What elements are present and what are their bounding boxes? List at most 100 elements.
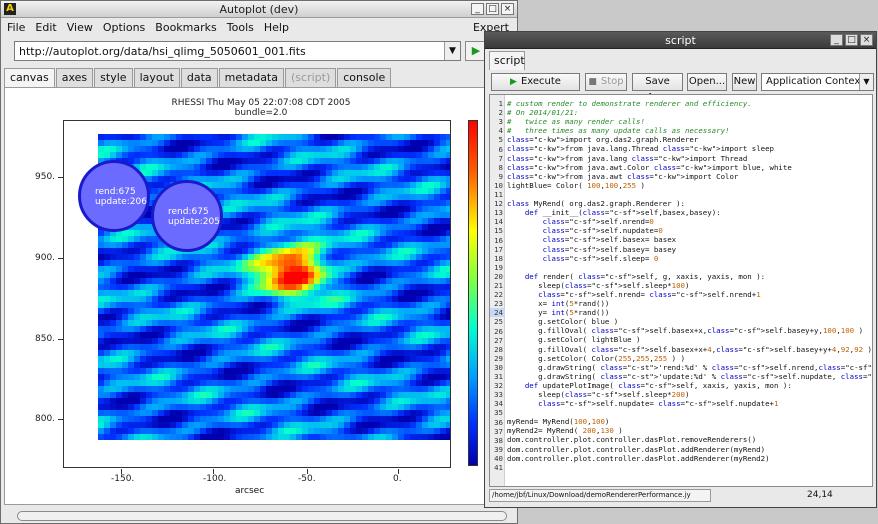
code-line[interactable]: # three times as many update calls as ne… bbox=[507, 126, 872, 135]
minimize-icon[interactable]: _ bbox=[471, 3, 484, 15]
y-tick-mark bbox=[58, 339, 63, 340]
autoplot-main-window: A Autoplot (dev) _ □ × File Edit View Op… bbox=[0, 0, 518, 524]
line-number: 3 bbox=[498, 117, 503, 127]
code-line[interactable] bbox=[507, 463, 872, 472]
open-button[interactable]: Open... bbox=[687, 73, 727, 91]
code-line[interactable]: g.setColor( Color(255,255,255 ) ) bbox=[507, 354, 872, 363]
code-line[interactable]: def updatePlotImage( class="c-sf">self, … bbox=[507, 381, 872, 390]
code-line[interactable]: class MyRend( org.das2.graph.Renderer ): bbox=[507, 199, 872, 208]
code-line[interactable] bbox=[507, 263, 872, 272]
code-text[interactable]: # custom render to demonstrate renderer … bbox=[507, 99, 872, 472]
close-icon[interactable]: × bbox=[860, 34, 873, 46]
code-line[interactable]: g.drawString( class="c-st">'update:%d' %… bbox=[507, 372, 872, 381]
line-number: 8 bbox=[498, 162, 503, 172]
code-line[interactable]: # custom render to demonstrate renderer … bbox=[507, 99, 872, 108]
line-number: 26 bbox=[494, 326, 503, 336]
main-titlebar[interactable]: A Autoplot (dev) _ □ × bbox=[1, 1, 517, 18]
code-line[interactable]: class="c-sf">self.basey= basey bbox=[507, 245, 872, 254]
code-line[interactable]: # On 2014/01/21: bbox=[507, 108, 872, 117]
line-number: 39 bbox=[494, 444, 503, 454]
maximize-icon[interactable]: □ bbox=[486, 3, 499, 15]
execute-button[interactable]: ▶ Execute bbox=[491, 73, 580, 91]
stop-button[interactable]: ■ Stop bbox=[585, 73, 627, 91]
code-line[interactable]: class="c-sf">self.nrend= class="c-sf">se… bbox=[507, 290, 872, 299]
tab-script[interactable]: (script) bbox=[285, 68, 337, 87]
code-line[interactable]: class="c-sf">self.basex= basex bbox=[507, 235, 872, 244]
code-line[interactable] bbox=[507, 190, 872, 199]
code-line[interactable]: sleep(class="c-sf">self.sleep*200) bbox=[507, 390, 872, 399]
menu-bookmarks[interactable]: Bookmarks bbox=[155, 21, 216, 34]
chevron-down-icon[interactable]: ▼ bbox=[444, 42, 460, 60]
line-number: 13 bbox=[494, 208, 503, 218]
code-line[interactable]: y= int(5*rand()) bbox=[507, 308, 872, 317]
line-number-gutter: 1 2 3 4 5 6 7 8 9 10 11 12 13 14 15 16 17 18 19 20 21 22 23 24 2… bbox=[490, 95, 505, 486]
code-line[interactable]: # twice as many render calls! bbox=[507, 117, 872, 126]
horizontal-scrollbar[interactable] bbox=[17, 511, 507, 521]
code-line[interactable]: myRend2= MyRend( 200,130 ) bbox=[507, 426, 872, 435]
tab-console[interactable]: console bbox=[337, 68, 392, 87]
code-line[interactable]: class="c-kw">from java.lang class="c-kw"… bbox=[507, 154, 872, 163]
code-line[interactable]: sleep(class="c-sf">self.sleep*100) bbox=[507, 281, 872, 290]
tab-canvas[interactable]: canvas bbox=[4, 68, 55, 88]
code-line[interactable] bbox=[507, 408, 872, 417]
menu-options[interactable]: Options bbox=[103, 21, 145, 34]
tab-layout[interactable]: layout bbox=[133, 68, 180, 87]
code-line[interactable]: class="c-kw">import org.das2.graph.Rende… bbox=[507, 135, 872, 144]
code-line[interactable]: def render( class="c-sf">self, g, xaxis,… bbox=[507, 272, 872, 281]
code-line[interactable]: class="c-sf">self.nupdate= class="c-sf">… bbox=[507, 399, 872, 408]
maximize-icon[interactable]: □ bbox=[845, 34, 858, 46]
code-line[interactable]: dom.controller.plot.controller.dasPlot.a… bbox=[507, 454, 872, 463]
line-number: 15 bbox=[494, 226, 503, 236]
tab-style[interactable]: style bbox=[94, 68, 133, 87]
menu-help[interactable]: Help bbox=[264, 21, 289, 34]
line-number: 28 bbox=[494, 344, 503, 354]
menu-file[interactable]: File bbox=[7, 21, 25, 34]
tab-data[interactable]: data bbox=[180, 68, 218, 87]
line-number: 33 bbox=[494, 390, 503, 400]
url-combo-box[interactable]: http://autoplot.org/data/hsi_qlimg_50506… bbox=[14, 41, 461, 61]
code-line[interactable]: g.fillOval( class="c-sf">self.basex+x,cl… bbox=[507, 326, 872, 335]
menu-tools[interactable]: Tools bbox=[227, 21, 254, 34]
plot-canvas[interactable]: RHESSI Thu May 05 22:07:08 CDT 2005 bund… bbox=[4, 87, 516, 505]
y-tick-label: 950. bbox=[35, 172, 56, 182]
code-line[interactable]: g.setColor( lightBlue ) bbox=[507, 335, 872, 344]
url-input[interactable]: http://autoplot.org/data/hsi_qlimg_50506… bbox=[19, 45, 306, 58]
code-line[interactable]: class="c-kw">from java.lang.Thread class… bbox=[507, 144, 872, 153]
code-line[interactable]: class="c-sf">self.nupdate=0 bbox=[507, 226, 872, 235]
code-line[interactable]: g.setColor( blue ) bbox=[507, 317, 872, 326]
script-editor[interactable]: 1 2 3 4 5 6 7 8 9 10 11 12 13 14 15 16 17 18 19 20 21 22 23 24 2… bbox=[489, 94, 873, 487]
cursor-position: 24,14 bbox=[807, 490, 833, 500]
new-button[interactable]: New bbox=[732, 73, 757, 91]
line-number: 17 bbox=[494, 244, 503, 254]
save-as-button[interactable]: Save As... bbox=[632, 73, 683, 103]
code-line[interactable]: class="c-kw">from java.awt.Color class="… bbox=[507, 163, 872, 172]
code-line[interactable]: myRend= MyRend(100,100) bbox=[507, 417, 872, 426]
menu-view[interactable]: View bbox=[67, 21, 93, 34]
colorbar[interactable] bbox=[468, 120, 478, 466]
file-path-field[interactable]: /home/jbf/Linux/Download/demoRendererPer… bbox=[489, 489, 711, 502]
code-line[interactable]: g.fillOval( class="c-sf">self.basex+x+4,… bbox=[507, 345, 872, 354]
close-icon[interactable]: × bbox=[501, 3, 514, 15]
x-tick-mark bbox=[307, 469, 308, 474]
tab-metadata[interactable]: metadata bbox=[218, 68, 284, 87]
code-line[interactable]: class="c-kw">from java.awt class="c-kw">… bbox=[507, 172, 872, 181]
circle-rend-count: rend:675 bbox=[95, 187, 136, 197]
context-select[interactable]: Application Context ▼ bbox=[761, 73, 874, 91]
stop-label: Stop bbox=[600, 76, 624, 87]
code-line[interactable]: class="c-sf">self.sleep= 0 bbox=[507, 254, 872, 263]
code-line[interactable]: dom.controller.plot.controller.dasPlot.r… bbox=[507, 435, 872, 444]
script-titlebar[interactable]: script _ □ × bbox=[485, 32, 876, 49]
code-line[interactable]: x= int(5*rand()) bbox=[507, 299, 872, 308]
code-line[interactable]: class="c-sf">self.nrend=0 bbox=[507, 217, 872, 226]
chevron-down-icon[interactable]: ▼ bbox=[859, 74, 873, 90]
code-line[interactable]: lightBlue= Color( 100,100,255 ) bbox=[507, 181, 872, 190]
tab-script-editor[interactable]: script bbox=[489, 51, 525, 70]
line-number: 10 bbox=[494, 180, 503, 190]
tab-axes[interactable]: axes bbox=[55, 68, 94, 87]
code-line[interactable]: g.drawString( class="c-st">'rend:%d' % c… bbox=[507, 363, 872, 372]
minimize-icon[interactable]: _ bbox=[830, 34, 843, 46]
circle-update-count: update:205 bbox=[168, 217, 220, 227]
menu-edit[interactable]: Edit bbox=[35, 21, 56, 34]
code-line[interactable]: def __init__(class="c-sf">self,basex,bas… bbox=[507, 208, 872, 217]
code-line[interactable]: dom.controller.plot.controller.dasPlot.a… bbox=[507, 445, 872, 454]
